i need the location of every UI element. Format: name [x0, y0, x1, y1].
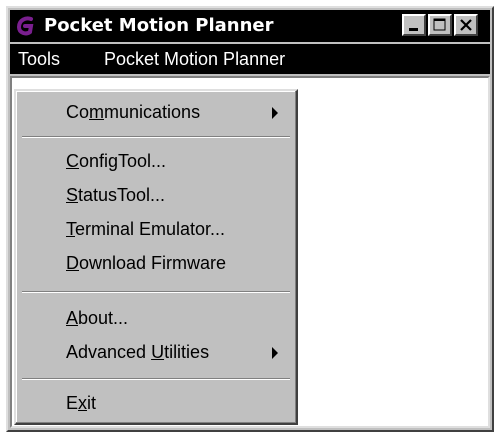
close-icon	[460, 19, 472, 31]
menu-item-communications[interactable]: Communications	[20, 95, 292, 129]
menu-item-label: About...	[66, 308, 129, 328]
menu-item-statustool[interactable]: StatusTool...	[20, 178, 292, 212]
menu-item-label: ConfigTool...	[66, 151, 167, 171]
menu-app-title[interactable]: Pocket Motion Planner	[98, 44, 291, 74]
title-bar[interactable]: Pocket Motion Planner	[10, 10, 490, 42]
menu-item-about[interactable]: About...	[20, 301, 292, 335]
menu-tools[interactable]: Tools	[12, 44, 66, 74]
menu-separator	[22, 378, 290, 380]
maximize-icon	[433, 18, 446, 31]
submenu-arrow-icon	[272, 347, 278, 359]
close-button[interactable]	[454, 14, 478, 36]
menu-item-exit[interactable]: Exit	[20, 386, 292, 420]
menu-item-label: Terminal Emulator...	[66, 219, 226, 239]
menu-item-advanced-utilities[interactable]: Advanced Utilities	[20, 335, 292, 369]
submenu-arrow-icon	[272, 107, 278, 119]
tools-dropdown-menu: Communications ConfigTool... StatusTool.…	[14, 89, 298, 425]
menu-item-terminal-emulator[interactable]: Terminal Emulator...	[20, 212, 292, 246]
menu-item-label: Exit	[66, 393, 97, 413]
menu-separator	[22, 136, 290, 138]
menu-separator	[22, 291, 290, 293]
app-logo-icon	[16, 16, 34, 36]
minimize-button[interactable]	[402, 14, 426, 36]
menu-item-label: Communications	[66, 102, 201, 122]
window-title: Pocket Motion Planner	[44, 15, 274, 36]
menu-item-label: StatusTool...	[66, 185, 166, 205]
menu-item-download-firmware[interactable]: Download Firmware	[20, 246, 292, 280]
minimize-icon	[409, 28, 418, 31]
menu-item-label: Download Firmware	[66, 253, 227, 273]
menu-item-configtool[interactable]: ConfigTool...	[20, 144, 292, 178]
menu-bar: Tools Pocket Motion Planner	[10, 44, 490, 74]
menu-item-label: Advanced Utilities	[66, 342, 210, 362]
maximize-button[interactable]	[428, 14, 452, 36]
